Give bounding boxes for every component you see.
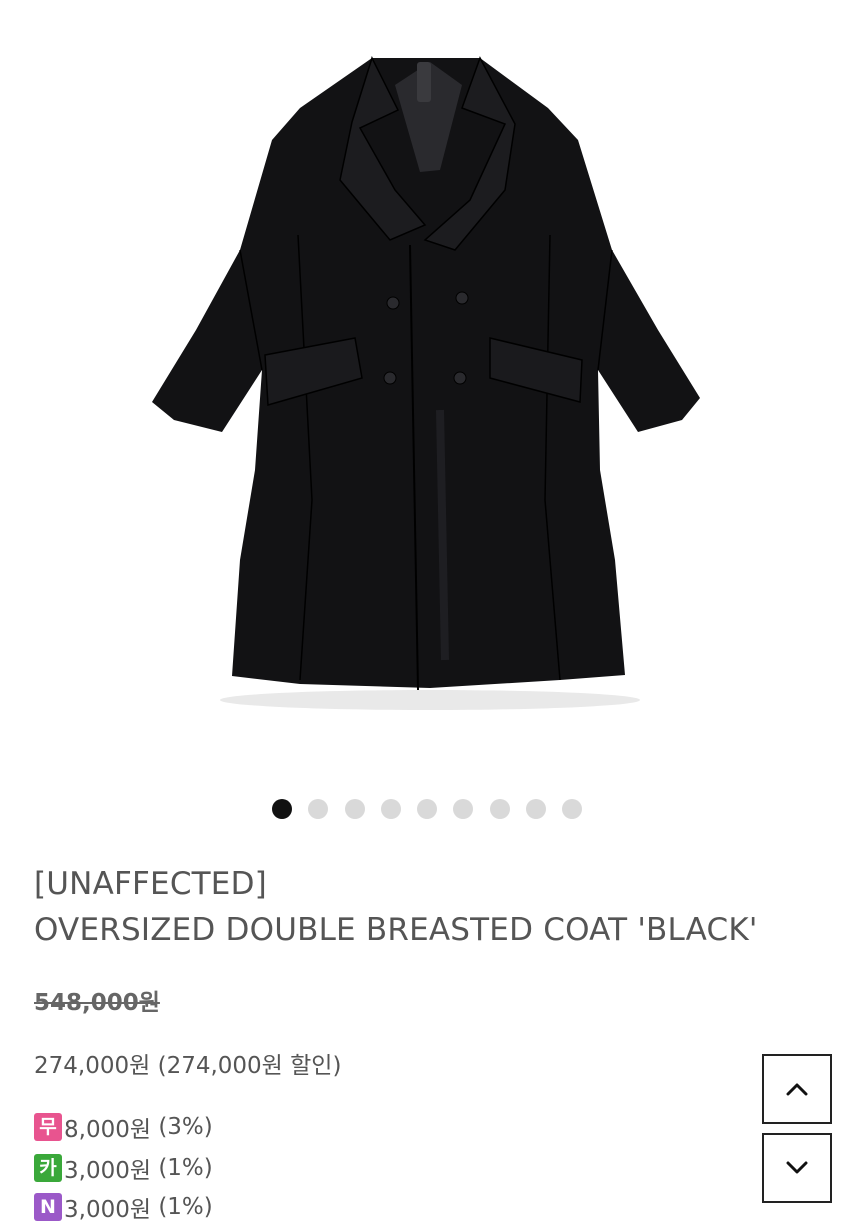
pagination-dot-4[interactable] [381, 799, 401, 819]
pagination-dot-7[interactable] [490, 799, 510, 819]
benefit-row-3: N 3,000원 (1%) [34, 1190, 213, 1224]
scroll-up-button[interactable] [762, 1054, 832, 1124]
benefit-rate: (1%) [158, 1194, 213, 1220]
product-image[interactable] [0, 0, 851, 780]
pagination-dot-9[interactable] [562, 799, 582, 819]
gallery-pagination [0, 799, 851, 821]
discount-amount: (274,000원 할인) [157, 1053, 342, 1079]
product-brand: [UNAFFECTED] [34, 866, 267, 902]
benefit-amount: 8,000원 [64, 1117, 152, 1143]
benefit-row-1: 무 8,000원 (3%) [34, 1110, 213, 1144]
product-name: OVERSIZED DOUBLE BREASTED COAT 'BLACK' [34, 912, 758, 948]
pagination-dot-6[interactable] [453, 799, 473, 819]
original-price: 548,000원 [34, 990, 160, 1016]
pagination-dot-3[interactable] [345, 799, 365, 819]
sale-price-row: 274,000원 (274,000원 할인) [34, 1046, 341, 1080]
scroll-down-button[interactable] [762, 1133, 832, 1203]
coat-image [152, 56, 700, 710]
chevron-up-icon [786, 1083, 808, 1096]
benefit-amount: 3,000원 [64, 1158, 152, 1184]
pagination-dot-1[interactable] [272, 799, 292, 819]
benefit-amount: 3,000원 [64, 1197, 152, 1223]
benefit-row-2: 카 3,000원 (1%) [34, 1151, 213, 1185]
pagination-dot-2[interactable] [308, 799, 328, 819]
benefit-rate: (3%) [158, 1114, 213, 1140]
naver-point-badge-icon: N [34, 1193, 62, 1221]
pagination-dot-5[interactable] [417, 799, 437, 819]
kakao-point-badge-icon: 카 [34, 1154, 62, 1182]
sale-price: 274,000원 [34, 1053, 151, 1079]
free-point-badge-icon: 무 [34, 1113, 62, 1141]
pagination-dot-8[interactable] [526, 799, 546, 819]
benefit-rate: (1%) [158, 1155, 213, 1181]
chevron-down-icon [786, 1161, 808, 1174]
